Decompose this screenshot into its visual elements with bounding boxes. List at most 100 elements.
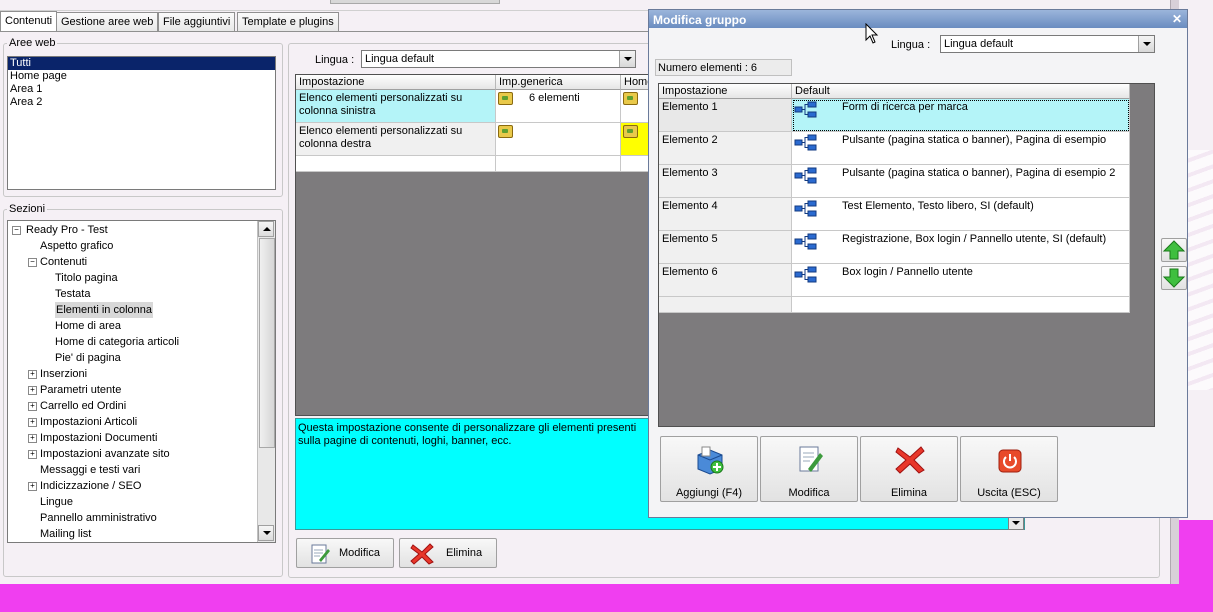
tree-item[interactable]: Impostazioni Articoli <box>40 414 137 430</box>
elementi-grid[interactable]: Impostazione Default Elemento 1 Form di r… <box>658 83 1155 427</box>
aggiungi-label: Aggiungi (F4) <box>675 487 743 499</box>
collapse-icon[interactable]: − <box>12 226 21 235</box>
move-up-button[interactable] <box>1161 238 1187 262</box>
tree-item[interactable]: Inserzioni <box>40 366 87 382</box>
edit-document-icon <box>799 446 823 472</box>
move-down-button[interactable] <box>1161 266 1187 290</box>
tree-item[interactable]: Home di categoria articoli <box>55 334 179 350</box>
tree-item[interactable]: Pannello amministrativo <box>40 510 157 526</box>
col-impostazione[interactable]: Impostazione <box>659 84 792 99</box>
tree-item[interactable]: Aspetto grafico <box>40 238 113 254</box>
elimina-button[interactable]: Elimina <box>860 436 958 502</box>
tree-structure-icon <box>794 233 817 250</box>
tree-item[interactable]: Lingue <box>40 494 73 510</box>
folder-icon <box>623 92 638 105</box>
expand-icon[interactable]: + <box>28 370 37 379</box>
row2-generica[interactable] <box>496 123 621 156</box>
tree-item[interactable]: Contenuti <box>40 254 87 270</box>
col-imp-generica[interactable]: Imp.generica <box>496 75 621 90</box>
col-default[interactable]: Default <box>792 84 1130 99</box>
arrow-up-green-icon <box>1162 240 1186 260</box>
mouse-cursor-icon <box>865 23 879 44</box>
elemento-name-cell[interactable]: Elemento 6 <box>659 264 792 297</box>
tree-item[interactable]: Indicizzazione / SEO <box>40 478 142 494</box>
tree-item[interactable]: Impostazioni avanzate sito <box>40 446 170 462</box>
folder-icon <box>498 92 513 105</box>
elemento-name-cell[interactable]: Elemento 3 <box>659 165 792 198</box>
arrow-down-green-icon <box>1162 268 1186 288</box>
aree-web-item[interactable]: Tutti <box>8 57 275 70</box>
collapse-icon[interactable]: − <box>28 258 37 267</box>
elemento-value-cell[interactable]: Form di ricerca per marca <box>792 99 1130 132</box>
tree-item[interactable]: Home di area <box>55 318 121 334</box>
row1-impostazione[interactable]: Elenco elementi personalizzati su colonn… <box>296 90 496 123</box>
tree-item[interactable]: Messaggi e testi vari <box>40 462 140 478</box>
tab-gestione-aree-web[interactable]: Gestione aree web <box>56 12 159 31</box>
tree-item[interactable]: Impostazioni Documenti <box>40 430 157 446</box>
aree-web-list[interactable]: Tutti Home page Area 1 Area 2 <box>7 56 276 190</box>
expand-icon[interactable]: + <box>28 402 37 411</box>
aree-web-item[interactable]: Area 1 <box>8 83 275 96</box>
tree-item[interactable]: Parametri utente <box>40 382 121 398</box>
elemento-value-cell[interactable]: Registrazione, Box login / Pannello uten… <box>792 231 1130 264</box>
row2-impostazione[interactable]: Elenco elementi personalizzati su colonn… <box>296 123 496 156</box>
dialog-close-button[interactable]: ✕ <box>1169 11 1185 27</box>
elemento-value-cell[interactable]: Pulsante (pagina statica o banner), Pagi… <box>792 165 1130 198</box>
chevron-down-icon <box>1012 521 1020 525</box>
edit-document-icon <box>311 544 330 564</box>
elemento-name-cell[interactable]: Elemento 2 <box>659 132 792 165</box>
aree-web-item[interactable]: Area 2 <box>8 96 275 109</box>
center-modifica-button[interactable]: Modifica <box>296 538 394 568</box>
red-x-icon <box>410 543 434 565</box>
elemento-value-cell[interactable]: Pulsante (pagina statica o banner), Pagi… <box>792 132 1130 165</box>
elemento-value: Pulsante (pagina statica o banner), Pagi… <box>842 167 1116 179</box>
aree-web-item[interactable]: Home page <box>8 70 275 83</box>
elemento-value-cell[interactable]: Test Elemento, Testo libero, SI (default… <box>792 198 1130 231</box>
arrow-up-icon <box>263 227 271 231</box>
elemento-value-cell[interactable]: Box login / Pannello utente <box>792 264 1130 297</box>
scroll-up-button[interactable] <box>258 221 274 237</box>
tree-structure-icon <box>794 101 817 118</box>
dialog-lingua-select[interactable]: Lingua default <box>940 35 1155 53</box>
desktop-background-bottom <box>0 584 1213 612</box>
tab-file-aggiuntivi[interactable]: File aggiuntivi <box>158 12 236 31</box>
tree-item[interactable]: Carrello ed Ordini <box>40 398 126 414</box>
chevron-down-icon[interactable] <box>1138 36 1154 52</box>
expand-icon[interactable]: + <box>28 418 37 427</box>
tree-item[interactable]: Testata <box>55 286 90 302</box>
tab-template-plugins[interactable]: Template e plugins <box>237 12 339 31</box>
elemento-name-cell[interactable]: Elemento 4 <box>659 198 792 231</box>
tree-item[interactable]: Pie' di pagina <box>55 350 121 366</box>
modifica-button[interactable]: Modifica <box>760 436 858 502</box>
folder-icon <box>623 125 638 138</box>
scroll-thumb[interactable] <box>259 238 275 448</box>
expand-icon[interactable]: + <box>28 482 37 491</box>
scroll-down-button[interactable] <box>258 525 274 541</box>
tree-item[interactable]: Ready Pro - Test <box>26 222 108 238</box>
sezioni-tree[interactable]: − Ready Pro - Test Aspetto grafico − Contenu… <box>7 220 276 543</box>
expand-icon[interactable]: + <box>28 386 37 395</box>
aggiungi-button[interactable]: Aggiungi (F4) <box>660 436 758 502</box>
tree-item[interactable]: Titolo pagina <box>55 270 118 286</box>
expand-icon[interactable]: + <box>28 450 37 459</box>
row1-generica[interactable]: 6 elementi <box>496 90 621 123</box>
uscita-button[interactable]: Uscita (ESC) <box>960 436 1058 502</box>
elemento-name-cell[interactable]: Elemento 1 <box>659 99 792 132</box>
center-lingua-label: Lingua : <box>315 54 355 66</box>
dialog-title-bar[interactable]: Modifica gruppo <box>649 10 1187 28</box>
tree-scrollbar[interactable] <box>257 221 275 542</box>
elemento-name-cell[interactable]: Elemento 5 <box>659 231 792 264</box>
tree-item[interactable]: Elementi in colonna <box>55 302 154 318</box>
center-lingua-select[interactable]: Lingua default <box>361 50 636 68</box>
center-elimina-button[interactable]: Elimina <box>399 538 497 568</box>
expand-icon[interactable]: + <box>28 434 37 443</box>
col-impostazione[interactable]: Impostazione <box>296 75 496 90</box>
tree-item[interactable]: Mailing list <box>40 526 91 542</box>
row1-generica-value: 6 elementi <box>529 92 580 104</box>
description-dropdown[interactable] <box>1008 516 1024 530</box>
tab-contenuti[interactable]: Contenuti <box>0 11 58 32</box>
empty-row <box>659 297 792 313</box>
settings-grid[interactable]: Impostazione Imp.generica Home Elenco el… <box>295 74 657 416</box>
elemento-value: Registrazione, Box login / Pannello uten… <box>842 233 1107 245</box>
chevron-down-icon[interactable] <box>619 51 635 67</box>
